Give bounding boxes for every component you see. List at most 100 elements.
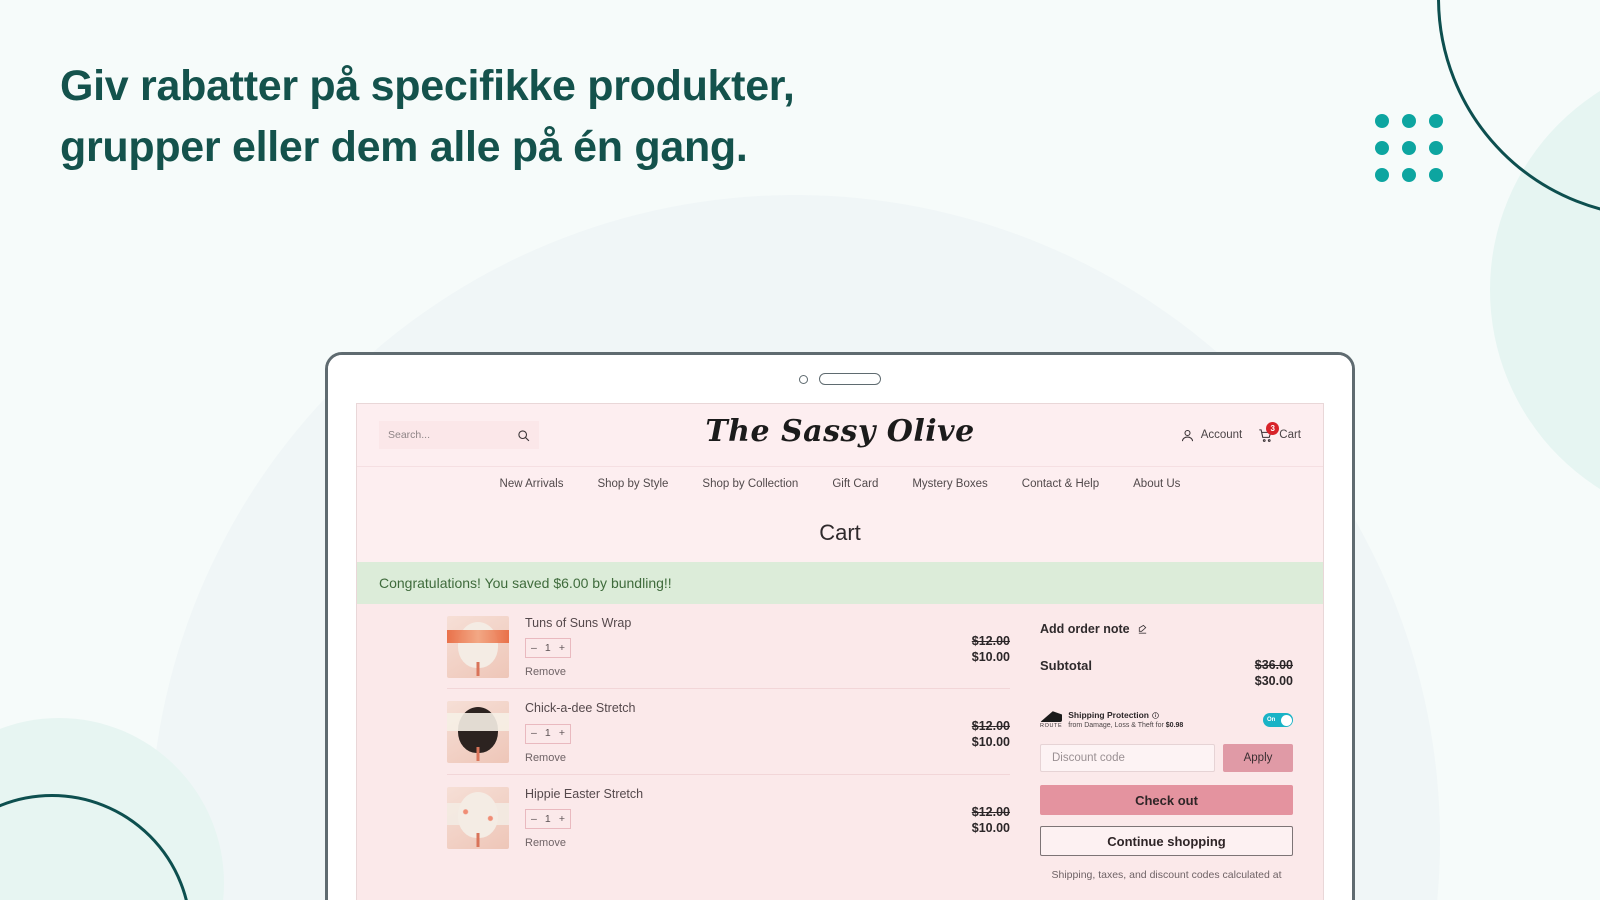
nav-item-gift-card[interactable]: Gift Card [832, 478, 878, 490]
cart-item-info: Hippie Easter Stretch – 1 + Remove [525, 787, 922, 849]
shipping-protection-price: $0.98 [1165, 721, 1184, 729]
quantity-stepper[interactable]: – 1 + [525, 808, 571, 829]
nav-item-shop-by-style[interactable]: Shop by Style [597, 478, 668, 490]
discount-code-placeholder: Discount code [1052, 752, 1125, 765]
route-brand-label: ROUTE [1040, 723, 1063, 730]
browser-screen: Search... The Sassy Olive Account 3 Cart… [356, 403, 1324, 900]
nav-item-shop-by-collection[interactable]: Shop by Collection [702, 478, 798, 490]
store-navigation: New Arrivals Shop by Style Shop by Colle… [357, 466, 1323, 500]
camera-icon [799, 374, 808, 384]
price-discounted: $10.00 [971, 820, 1010, 835]
quantity-stepper[interactable]: – 1 + [525, 638, 571, 659]
nav-item-mystery-boxes[interactable]: Mystery Boxes [912, 478, 987, 490]
quantity-value: 1 [544, 642, 551, 654]
checkout-button[interactable]: Check out [1040, 785, 1293, 816]
laptop-bezel [328, 355, 1352, 403]
cart-item-info: Tuns of Suns Wrap – 1 + Remove [525, 616, 922, 678]
cart-item-prices: $12.00 $10.00 [938, 616, 1010, 664]
product-name[interactable]: Chick-a-dee Stretch [525, 701, 922, 715]
price-discounted: $10.00 [971, 735, 1010, 750]
decorative-circle-bottom-left-outline [0, 794, 192, 900]
quantity-increase-button[interactable]: + [559, 728, 565, 739]
nav-item-contact-help[interactable]: Contact & Help [1022, 478, 1099, 490]
cart-link[interactable]: 3 Cart [1258, 421, 1301, 443]
speaker-icon [819, 373, 881, 385]
quantity-value: 1 [544, 812, 551, 825]
price-discounted: $10.00 [971, 650, 1010, 664]
order-summary: Add order note Subtotal $36.00 $30.00 RO… [1024, 604, 1309, 883]
product-thumbnail[interactable] [447, 701, 509, 764]
apply-discount-button[interactable]: Apply [1223, 744, 1293, 773]
nav-item-about-us[interactable]: About Us [1133, 478, 1180, 490]
shipping-protection-desc-text: from Damage, Loss & Theft for [1068, 721, 1166, 729]
cart-item-row: Hippie Easter Stretch – 1 + Remove $12.0… [447, 775, 1010, 859]
price-original: $12.00 [971, 804, 1010, 819]
quantity-increase-button[interactable]: + [559, 813, 565, 825]
toggle-knob [1280, 714, 1292, 726]
add-order-note-label: Add order note [1040, 622, 1130, 636]
promo-slide: Giv rabatter på specifikke produkter, gr… [0, 0, 1600, 900]
user-icon [1181, 429, 1193, 441]
account-label: Account [1200, 429, 1243, 441]
product-thumbnail[interactable] [447, 616, 509, 678]
search-placeholder: Search... [388, 429, 431, 441]
headline-line-2: grupper eller dem alle på én gang. [60, 123, 748, 172]
cart-items-list: Tuns of Suns Wrap – 1 + Remove $12.00 $1… [371, 604, 1010, 883]
cart-count-badge: 3 [1266, 421, 1280, 435]
shipping-protection-description: from Damage, Loss & Theft for $0.98 [1068, 722, 1257, 731]
quantity-increase-button[interactable]: + [559, 643, 565, 654]
shipping-protection-text: Shipping Protection from Damage, Loss & … [1068, 710, 1257, 730]
discount-code-input[interactable]: Discount code [1040, 744, 1215, 773]
header-actions: Account 3 Cart [1180, 421, 1301, 443]
add-order-note-button[interactable]: Add order note [1040, 622, 1293, 636]
checkout-fineprint: Shipping, taxes, and discount codes calc… [1051, 869, 1282, 882]
cart-item-row: Chick-a-dee Stretch – 1 + Remove $12.00 [447, 689, 1010, 775]
dot-grid-icon [1375, 114, 1443, 182]
subtotal-label: Subtotal [1040, 658, 1092, 673]
subtotal-discounted: $30.00 [1254, 674, 1293, 688]
quantity-decrease-button[interactable]: – [531, 728, 537, 739]
shipping-protection-title-row: Shipping Protection [1068, 710, 1257, 721]
shipping-protection-toggle[interactable]: On [1263, 713, 1293, 728]
savings-banner: Congratulations! You saved $6.00 by bund… [357, 562, 1323, 604]
toggle-state-label: On [1267, 717, 1276, 724]
nav-item-new-arrivals[interactable]: New Arrivals [500, 478, 564, 490]
product-thumbnail[interactable] [447, 786, 509, 849]
continue-shopping-button[interactable]: Continue shopping [1040, 826, 1293, 857]
product-name[interactable]: Hippie Easter Stretch [525, 787, 922, 801]
headline-line-1: Giv rabatter på specifikke produkter, [60, 62, 795, 110]
quantity-decrease-button[interactable]: – [531, 643, 537, 654]
cart-layout: Tuns of Suns Wrap – 1 + Remove $12.00 $1… [357, 604, 1323, 883]
quantity-decrease-button[interactable]: – [531, 813, 537, 825]
decorative-circle-top-right-outline [1437, 0, 1600, 218]
cart-page: Cart Congratulations! You saved $6.00 by… [357, 500, 1323, 900]
route-logo: ROUTE [1040, 711, 1062, 729]
search-icon [518, 429, 530, 441]
subtotal-original: $36.00 [1254, 658, 1293, 672]
product-name[interactable]: Tuns of Suns Wrap [525, 616, 922, 630]
quantity-value: 1 [544, 727, 551, 740]
price-original: $12.00 [971, 634, 1010, 648]
store-header: Search... The Sassy Olive Account 3 Cart [357, 404, 1323, 466]
remove-item-link[interactable]: Remove [525, 837, 922, 849]
cart-item-prices: $12.00 $10.00 [938, 787, 1010, 835]
remove-item-link[interactable]: Remove [525, 666, 922, 678]
remove-item-link[interactable]: Remove [525, 752, 922, 764]
laptop-mockup: Search... The Sassy Olive Account 3 Cart… [325, 352, 1355, 900]
cart-heading: Cart [357, 500, 1323, 562]
shipping-protection-row: ROUTE Shipping Protection from Damage, L… [1040, 710, 1293, 730]
edit-icon [1138, 624, 1146, 634]
route-mark-icon [1040, 711, 1062, 723]
account-link[interactable]: Account [1180, 428, 1243, 443]
search-input[interactable]: Search... [379, 421, 539, 449]
cart-icon-wrapper: 3 [1258, 421, 1280, 443]
quantity-stepper[interactable]: – 1 + [525, 723, 571, 744]
cart-label: Cart [1279, 429, 1301, 441]
cart-item-prices: $12.00 $10.00 [938, 701, 1010, 749]
info-icon[interactable] [1152, 712, 1159, 719]
decorative-circle-top-right-fill [1490, 55, 1600, 525]
decorative-circle-bottom-left-fill [0, 718, 224, 900]
page-title: Giv rabatter på specifikke produkter, gr… [60, 56, 1010, 178]
shipping-protection-title: Shipping Protection [1068, 710, 1149, 720]
subtotal-values: $36.00 $30.00 [1255, 658, 1293, 688]
